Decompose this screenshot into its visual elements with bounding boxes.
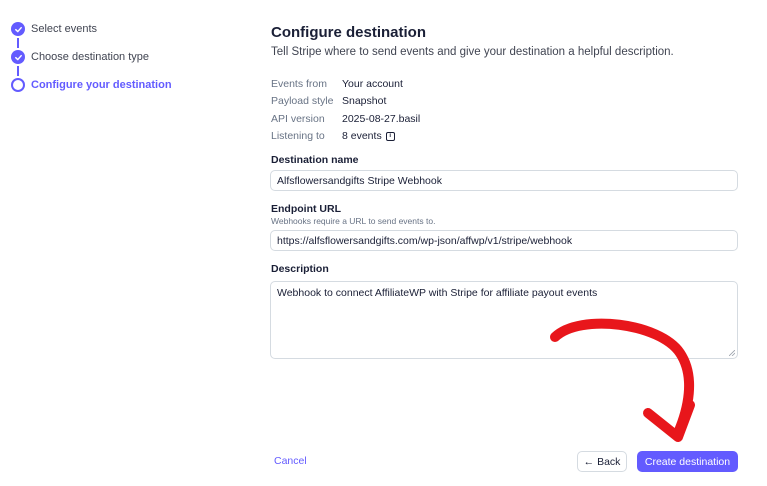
description-label: Description	[271, 263, 329, 275]
resize-handle-icon[interactable]	[729, 350, 735, 356]
meta-row-payload-style: Payload style Snapshot	[271, 93, 739, 111]
step-label: Select events	[31, 23, 98, 35]
meta-value: Snapshot	[342, 95, 387, 108]
checkmark-icon	[11, 50, 25, 64]
endpoint-url-label: Endpoint URL	[271, 203, 341, 215]
meta-row-events-from: Events from Your account	[271, 75, 739, 93]
arrow-left-icon: ←	[583, 455, 595, 468]
endpoint-url-input[interactable]: https://alfsflowersandgifts.com/wp-json/…	[270, 230, 738, 251]
cancel-link[interactable]: Cancel	[274, 455, 307, 467]
configure-panel: Configure destination Tell Stripe where …	[271, 24, 739, 145]
meta-value-wrap: 8 events i	[342, 130, 395, 142]
meta-row-listening-to: Listening to 8 events i	[271, 128, 739, 146]
meta-value: 8 events	[342, 130, 382, 143]
meta-key: API version	[271, 112, 325, 125]
description-text: Webhook to connect AffiliateWP with Stri…	[277, 287, 598, 299]
info-icon[interactable]: i	[385, 131, 395, 141]
meta-value: 2025-08-27.basil	[342, 112, 421, 125]
meta-value: Your account	[342, 77, 403, 90]
description-textarea[interactable]: Webhook to connect AffiliateWP with Stri…	[270, 281, 738, 359]
back-button[interactable]: ← Back	[577, 451, 627, 472]
endpoint-url-help: Webhooks require a URL to send events to…	[271, 216, 436, 226]
current-step-icon	[11, 78, 25, 92]
meta-row-api-version: API version 2025-08-27.basil	[271, 110, 739, 128]
step-connector	[17, 38, 19, 48]
destination-name-label: Destination name	[271, 154, 359, 166]
meta-key: Events from	[271, 77, 328, 90]
destination-summary: Events from Your account Payload style S…	[271, 75, 739, 145]
meta-key: Listening to	[271, 130, 325, 143]
step-connector	[17, 66, 19, 76]
step-label: Choose destination type	[31, 51, 150, 63]
step-select-events[interactable]: Select events	[11, 21, 211, 49]
step-label: Configure your destination	[31, 79, 172, 91]
checkmark-icon	[11, 22, 25, 36]
page-subtitle: Tell Stripe where to send events and giv…	[271, 46, 674, 58]
step-configure-destination: Configure your destination	[11, 77, 211, 105]
create-destination-button[interactable]: Create destination	[637, 451, 738, 472]
page-title: Configure destination	[271, 24, 426, 41]
destination-name-input[interactable]: Alfsflowersandgifts Stripe Webhook	[270, 170, 738, 191]
back-label: Back	[597, 455, 621, 468]
step-choose-destination-type[interactable]: Choose destination type	[11, 49, 211, 77]
meta-key: Payload style	[271, 95, 334, 108]
progress-stepper: Select events Choose destination type Co…	[11, 21, 211, 105]
